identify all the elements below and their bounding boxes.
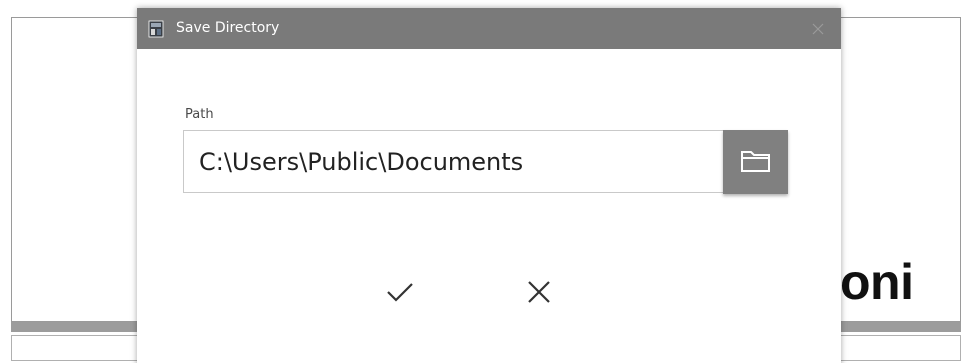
dialog-titlebar[interactable]: Save Directory (137, 8, 841, 49)
background-text: oni (840, 254, 914, 310)
dialog-title: Save Directory (176, 20, 280, 36)
close-icon (528, 281, 550, 303)
browse-folder-button[interactable] (723, 130, 788, 194)
close-icon[interactable] (809, 20, 827, 38)
app-icon (148, 20, 164, 38)
path-label: Path (185, 107, 214, 122)
path-input[interactable] (183, 130, 724, 193)
cancel-button[interactable] (522, 277, 556, 307)
folder-icon (741, 151, 770, 172)
ok-button[interactable] (380, 277, 420, 307)
checkmark-icon (387, 283, 413, 302)
screen: oni Save Directory Path (0, 0, 965, 363)
save-directory-dialog: Save Directory Path (137, 8, 841, 363)
